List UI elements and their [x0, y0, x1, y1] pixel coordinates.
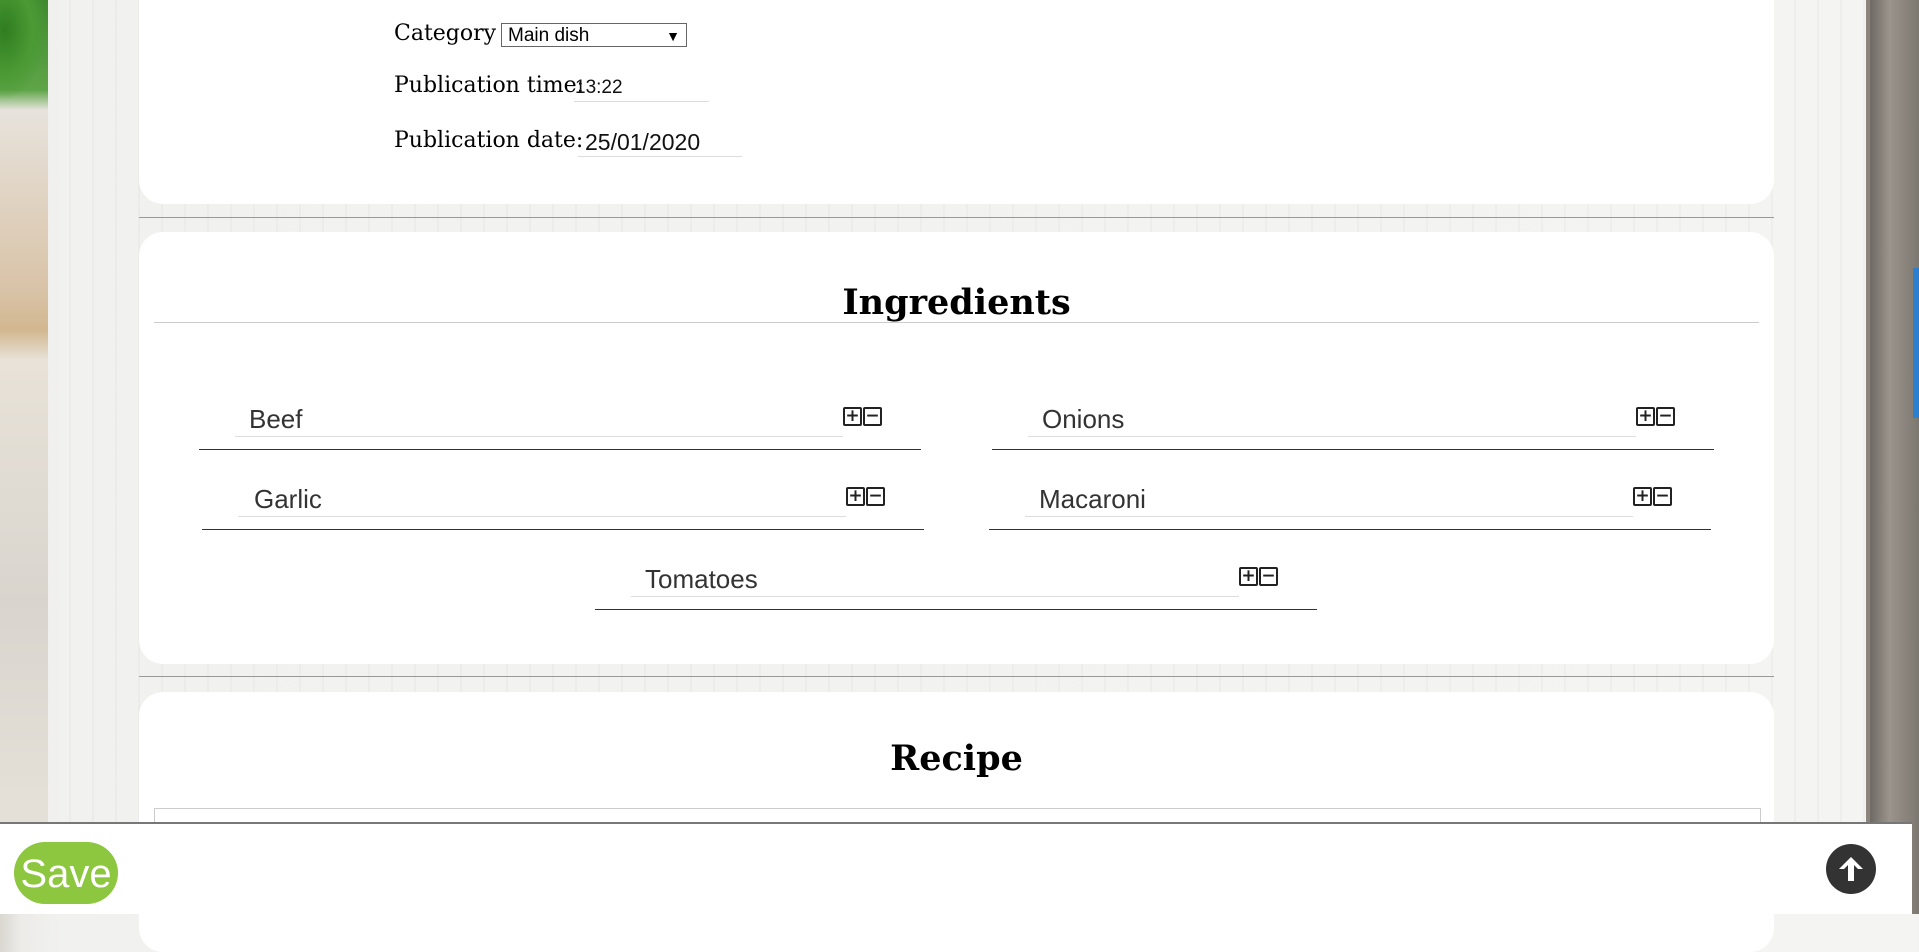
publication-date-input[interactable]: 25/01/2020 — [578, 127, 742, 157]
ingredient-input[interactable]: Onions — [1028, 401, 1636, 437]
minus-box-icon[interactable]: − — [863, 407, 882, 426]
minus-box-icon[interactable]: − — [1259, 567, 1278, 586]
save-button[interactable]: Save — [14, 842, 118, 904]
publication-time-label: Publication time: — [394, 73, 585, 98]
ingredients-title-rule — [154, 322, 1759, 323]
publication-time-input[interactable]: 13:22 — [574, 74, 709, 102]
recipe-title: Recipe — [890, 738, 1023, 779]
section-divider — [139, 217, 1774, 218]
ingredient-input[interactable]: Macaroni — [1025, 481, 1633, 517]
plus-box-icon[interactable]: + — [1239, 567, 1258, 586]
ingredient-input[interactable]: Beef — [235, 401, 843, 437]
publication-date-label: Publication date: — [394, 128, 584, 153]
category-selected-value: Main dish — [508, 25, 590, 46]
dropdown-arrow-icon: ▼ — [666, 28, 680, 44]
ingredient-input[interactable]: Garlic — [238, 481, 846, 517]
section-divider — [139, 676, 1774, 677]
minus-box-icon[interactable]: − — [1656, 407, 1675, 426]
ingredients-title: Ingredients — [842, 282, 1071, 323]
details-card — [139, 0, 1774, 204]
ingredient-input[interactable]: Tomatoes — [631, 561, 1239, 597]
plus-box-icon[interactable]: + — [843, 407, 862, 426]
plus-box-icon[interactable]: + — [1633, 487, 1652, 506]
category-select[interactable]: Main dish ▼ — [501, 23, 687, 47]
ingredient-row: Macaroni + − — [989, 481, 1711, 530]
arrow-up-circle-icon — [1839, 857, 1863, 881]
ingredient-row: Onions + − — [992, 401, 1714, 450]
plus-box-icon[interactable]: + — [1636, 407, 1655, 426]
scrollbar-thumb[interactable] — [1913, 268, 1919, 418]
background-leaf — [0, 0, 48, 100]
minus-box-icon[interactable]: − — [866, 487, 885, 506]
ingredient-row: Tomatoes + − — [595, 561, 1317, 610]
category-label: Category : — [394, 21, 511, 46]
plus-box-icon[interactable]: + — [846, 487, 865, 506]
background-food-image — [0, 0, 48, 914]
ingredient-row: Garlic + − — [202, 481, 924, 530]
minus-box-icon[interactable]: − — [1653, 487, 1672, 506]
right-border-wood — [1870, 0, 1919, 914]
footer-bar: Save — [0, 822, 1912, 914]
scroll-top-button[interactable] — [1826, 844, 1876, 894]
ingredient-row: Beef + − — [199, 401, 921, 450]
